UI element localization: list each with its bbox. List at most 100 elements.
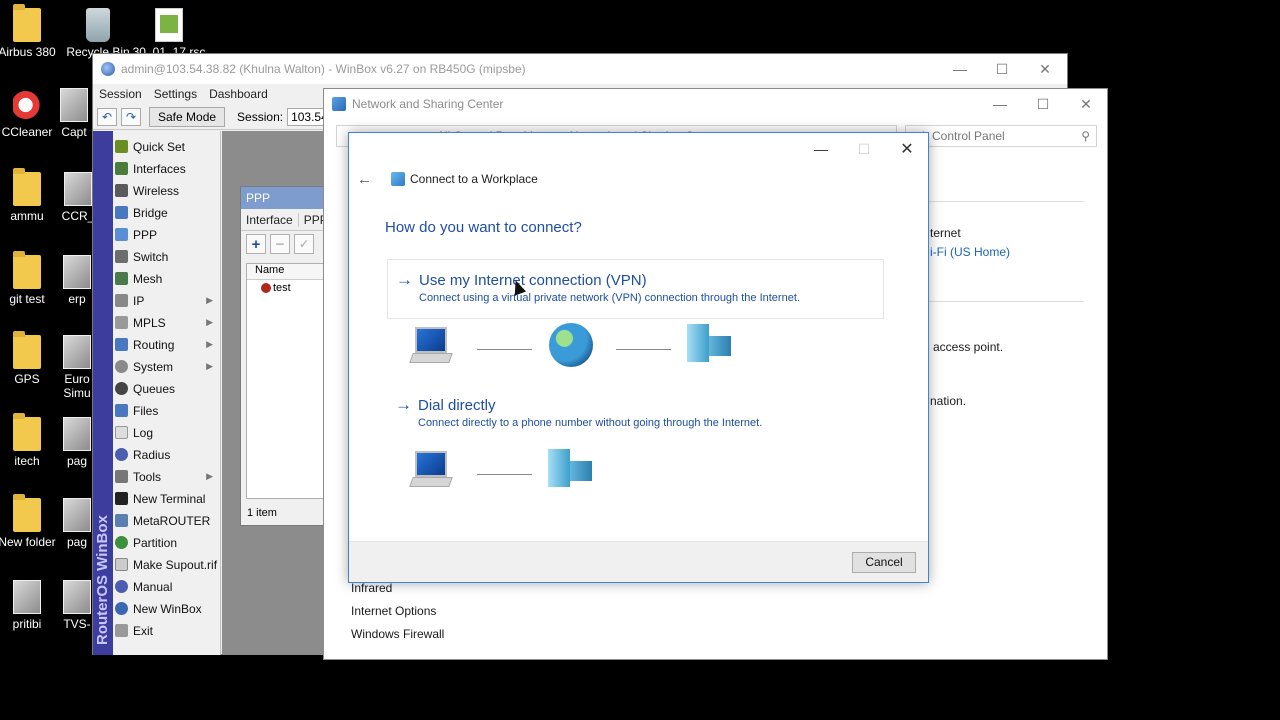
sidebar-item-mpls[interactable]: MPLS ▶ [115, 312, 219, 333]
cancel-button[interactable]: Cancel [852, 552, 916, 573]
sidebar-item-switch[interactable]: Switch [115, 246, 219, 267]
sidebar-label: Quick Set [133, 139, 186, 154]
nsc-title: Network and Sharing Center [352, 97, 504, 111]
option-dial-desc: Connect directly to a phone number witho… [418, 417, 763, 429]
winbox-title: admin@103.54.38.82 (Khulna Walton) - Win… [121, 62, 526, 76]
sidebar-item-partition[interactable]: Partition [115, 532, 219, 553]
maximize-icon[interactable]: ☐ [980, 54, 1024, 84]
sidebar-item-mesh[interactable]: Mesh [115, 268, 219, 289]
close-icon[interactable]: ✕ [1064, 89, 1108, 119]
sidebar-item-tools[interactable]: Tools ▶ [115, 466, 219, 487]
sidebar-label: Bridge [133, 205, 168, 220]
desktop-icon-rsc-file[interactable]: 30_01_17.rsc [131, 8, 207, 59]
menu-dashboard[interactable]: Dashboard [209, 87, 268, 101]
option-vpn-title: Use my Internet connection (VPN) [419, 272, 647, 289]
sidebar-item-new-winbox[interactable]: New WinBox [115, 598, 219, 619]
row-name: test [273, 282, 291, 294]
sidebar-label: Mesh [133, 271, 163, 286]
app-icon [64, 172, 92, 206]
sidebar-item-queues[interactable]: Queues [115, 378, 219, 399]
remove-icon[interactable]: − [270, 234, 290, 254]
see-also-windows-firewall[interactable]: Windows Firewall [351, 627, 444, 641]
winbox-sidebar: RouterOS WinBox Quick Set Interfaces Wir… [93, 131, 221, 655]
desktop-icon-recycle-bin[interactable]: Recycle Bin [60, 8, 136, 59]
app-icon [63, 255, 91, 289]
arrow-right-icon: → [395, 395, 412, 414]
sidebar-item-quick-set[interactable]: Quick Set [115, 136, 219, 157]
tab-interface[interactable]: Interface [241, 212, 299, 227]
winbox-logo-icon [101, 62, 115, 76]
menu-settings[interactable]: Settings [154, 87, 197, 101]
maximize-icon: ☐ [857, 140, 871, 157]
sidebar-item-make-supout[interactable]: Make Supout.rif [115, 554, 219, 575]
queues-icon [115, 382, 128, 395]
brand-text: RouterOS WinBox [94, 515, 111, 645]
close-icon[interactable]: ✕ [1023, 54, 1067, 84]
app-icon [63, 335, 91, 369]
sidebar-label: Interfaces [133, 161, 186, 176]
maximize-icon[interactable]: ☐ [1021, 89, 1065, 119]
connector-line [477, 349, 532, 350]
mesh-icon [115, 272, 128, 285]
menu-session[interactable]: Session [99, 87, 142, 101]
winbox-titlebar[interactable]: admin@103.54.38.82 (Khulna Walton) - Win… [93, 54, 1067, 84]
sidebar-label: PPP [133, 227, 158, 242]
sidebar-item-ip[interactable]: IP ▶ [115, 290, 219, 311]
back-arrow-icon[interactable]: ← [357, 171, 377, 188]
redo-button[interactable]: ↷ [121, 107, 141, 126]
desktop-icon-airbus[interactable]: Airbus 380 [0, 4, 65, 59]
safe-mode-button[interactable]: Safe Mode [149, 106, 226, 127]
sidebar-item-metarouter[interactable]: MetaROUTER [115, 510, 219, 531]
sidebar-item-routing[interactable]: Routing ▶ [115, 334, 219, 355]
option-vpn[interactable]: → Use my Internet connection (VPN) Conne… [387, 259, 884, 319]
option-dial[interactable]: → Dial directly Connect directly to a ph… [387, 385, 884, 445]
exit-icon [115, 624, 128, 637]
folder-icon [13, 251, 41, 289]
sidebar-item-manual[interactable]: Manual [115, 576, 219, 597]
see-also-infrared[interactable]: Infrared [351, 581, 392, 595]
minimize-icon[interactable]: — [938, 54, 982, 84]
undo-button[interactable]: ↶ [97, 107, 117, 126]
computer-icon [409, 451, 455, 491]
sidebar-item-interfaces[interactable]: Interfaces [115, 158, 219, 179]
minimize-icon[interactable]: — [978, 89, 1022, 119]
sidebar-item-radius[interactable]: Radius [115, 444, 219, 465]
sidebar-item-files[interactable]: Files [115, 400, 219, 421]
partition-icon [115, 536, 128, 549]
sidebar-label: Log [133, 425, 154, 440]
sidebar-item-exit[interactable]: Exit [115, 620, 219, 641]
sidebar-item-system[interactable]: System ▶ [115, 356, 219, 377]
computer-icon [409, 327, 455, 367]
sidebar-item-ppp[interactable]: PPP [115, 224, 219, 245]
folder-icon [13, 168, 41, 206]
wifi-link[interactable]: i-Fi (US Home) [930, 245, 1010, 259]
folder-icon [13, 413, 41, 451]
routeros-brand: RouterOS WinBox [93, 131, 113, 655]
close-icon[interactable]: ✕ [887, 137, 927, 161]
sidebar-item-wireless[interactable]: Wireless [115, 180, 219, 201]
app-icon [60, 88, 88, 122]
information-text: nation. [930, 394, 967, 408]
app-icon [63, 417, 91, 451]
sidebar-label: System [133, 359, 174, 374]
see-also-internet-options[interactable]: Internet Options [351, 604, 436, 618]
internet-text: ternet [930, 226, 961, 240]
sidebar-item-new-terminal[interactable]: New Terminal [115, 488, 219, 509]
ppp-icon [115, 228, 128, 241]
sidebar-item-bridge[interactable]: Bridge [115, 202, 219, 223]
search-input[interactable]: rch Control Panel ⚲ [905, 125, 1097, 147]
minimize-icon[interactable]: — [801, 137, 841, 161]
sidebar-label: Routing [133, 337, 175, 352]
submenu-arrow-icon: ▶ [206, 471, 213, 481]
workplace-icon [391, 172, 405, 186]
desktop: Airbus 380 Recycle Bin 30_01_17.rsc CCle… [0, 0, 1280, 720]
sidebar-label: Manual [133, 579, 173, 594]
bridge-icon [115, 206, 128, 219]
sidebar-label: MetaROUTER [133, 513, 211, 528]
app-icon [63, 498, 91, 532]
network-icon [332, 97, 346, 111]
enable-icon[interactable]: ✓ [294, 234, 314, 254]
add-icon[interactable]: + [246, 234, 266, 254]
option-vpn-desc: Connect using a virtual private network … [419, 292, 800, 304]
sidebar-item-log[interactable]: Log [115, 422, 219, 443]
